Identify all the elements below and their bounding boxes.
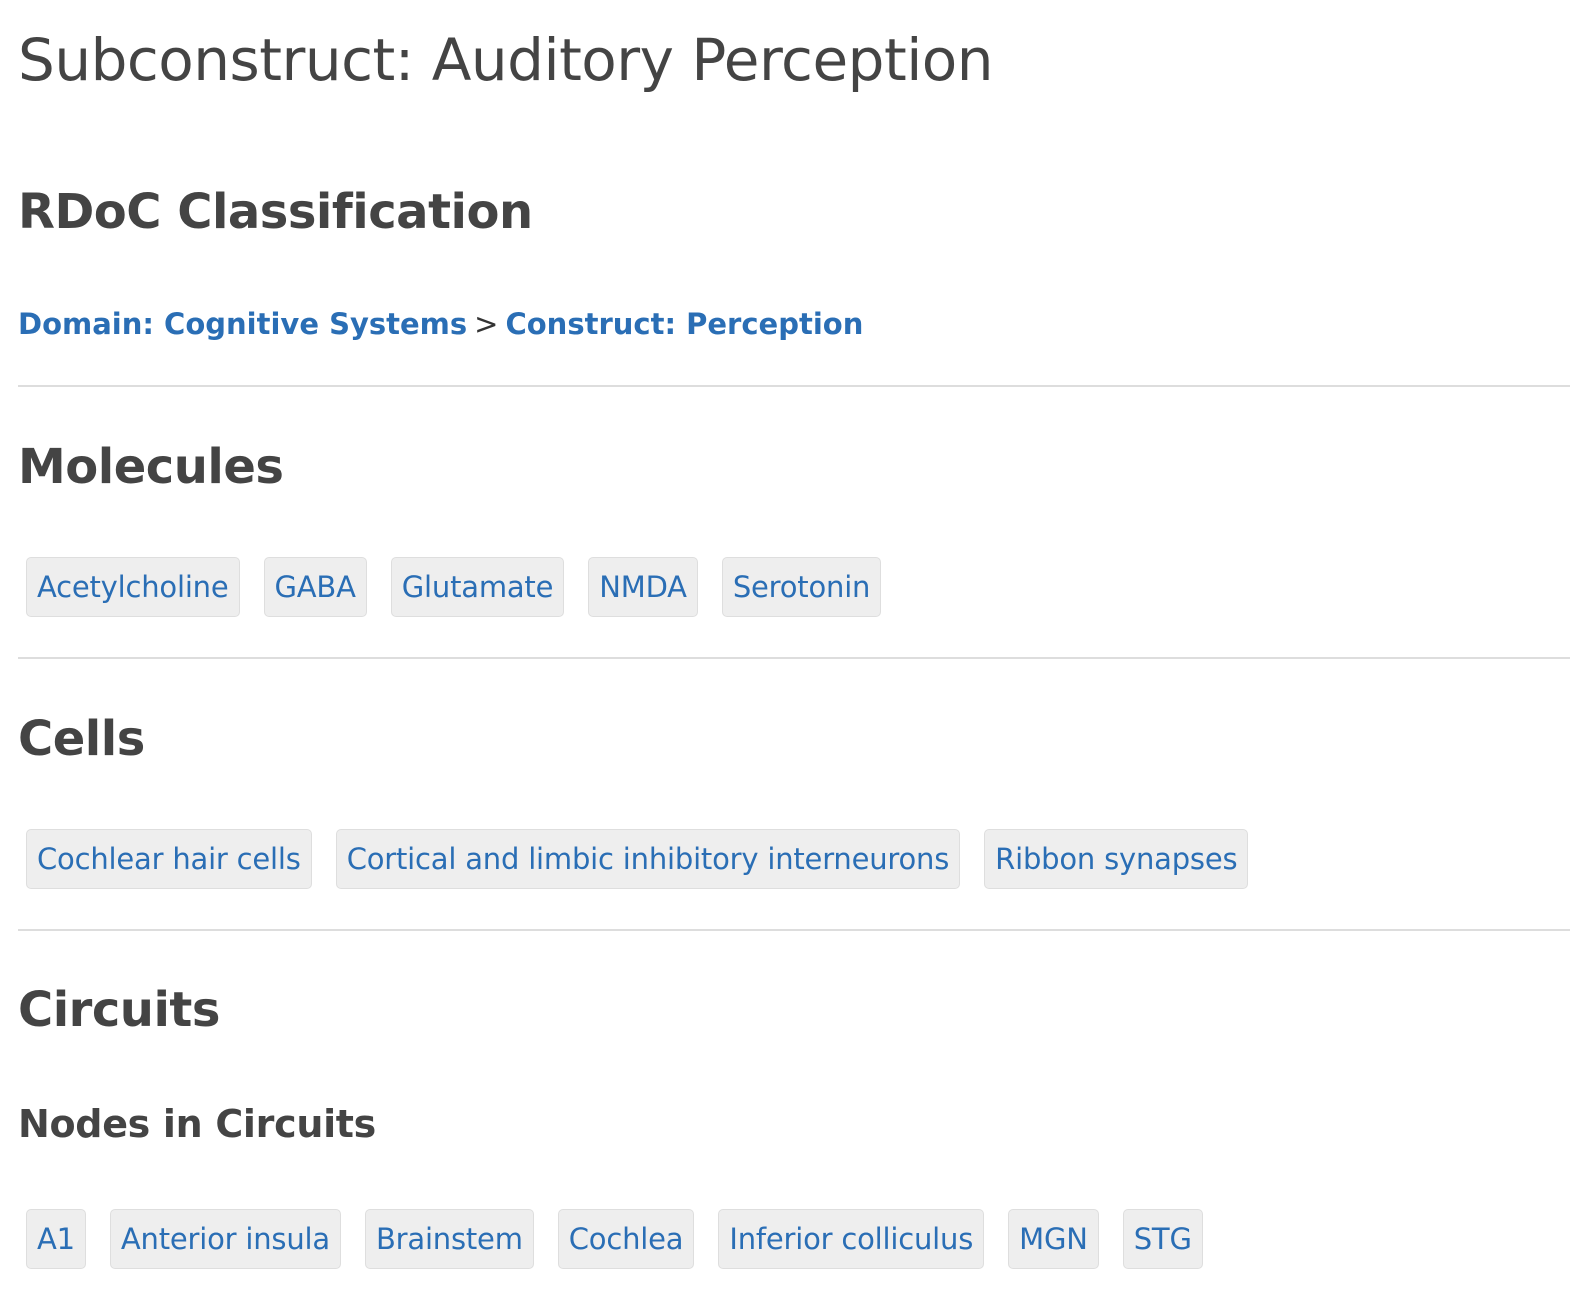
circuits-heading: Circuits (18, 982, 220, 1038)
node-tag-inferior-colliculus[interactable]: Inferior colliculus (718, 1209, 985, 1269)
molecule-tag-serotonin[interactable]: Serotonin (721, 557, 882, 617)
node-tag-a1[interactable]: A1 (26, 1209, 86, 1269)
molecules-tag-list: Acetylcholine GABA Glutamate NMDA Seroto… (26, 557, 882, 617)
construct-link[interactable]: Construct: Perception (505, 307, 863, 341)
molecule-tag-acetylcholine[interactable]: Acetylcholine (26, 557, 240, 617)
cell-tag-ribbon-synapses[interactable]: Ribbon synapses (984, 829, 1249, 889)
node-tag-anterior-insula[interactable]: Anterior insula (109, 1209, 341, 1269)
page-title: Subconstruct: Auditory Perception (18, 26, 994, 94)
breadcrumb: Domain: Cognitive Systems > Construct: Per… (18, 303, 863, 345)
node-tag-mgn[interactable]: MGN (1008, 1209, 1099, 1269)
molecule-tag-nmda[interactable]: NMDA (588, 557, 698, 617)
nodes-in-circuits-heading: Nodes in Circuits (18, 1102, 376, 1146)
breadcrumb-separator: > (474, 307, 499, 341)
molecule-tag-glutamate[interactable]: Glutamate (390, 557, 565, 617)
node-tag-stg[interactable]: STG (1122, 1209, 1203, 1269)
cells-tag-list: Cochlear hair cells Cortical and limbic … (26, 829, 1249, 889)
cell-tag-cortical-limbic-interneurons[interactable]: Cortical and limbic inhibitory interneur… (335, 829, 961, 889)
molecules-heading: Molecules (18, 439, 284, 495)
cells-heading: Cells (18, 711, 145, 767)
divider (18, 385, 1570, 387)
cell-tag-cochlear-hair-cells[interactable]: Cochlear hair cells (26, 829, 312, 889)
divider (18, 657, 1570, 659)
node-tag-brainstem[interactable]: Brainstem (364, 1209, 534, 1269)
divider (18, 929, 1570, 931)
molecule-tag-gaba[interactable]: GABA (263, 557, 367, 617)
node-tag-cochlea[interactable]: Cochlea (557, 1209, 695, 1269)
domain-link[interactable]: Domain: Cognitive Systems (18, 307, 467, 341)
rdoc-classification-heading: RDoC Classification (18, 184, 533, 240)
circuit-nodes-tag-list: A1 Anterior insula Brainstem Cochlea Inf… (26, 1209, 1203, 1269)
